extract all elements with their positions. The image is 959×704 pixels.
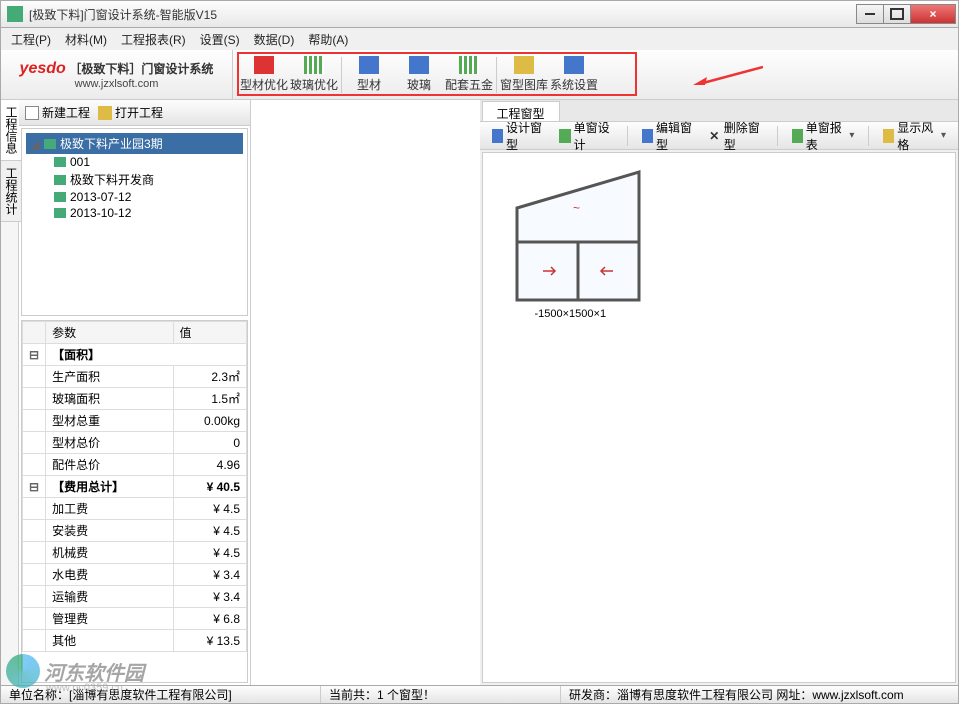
edit-window-button[interactable]: 编辑窗型	[638, 117, 700, 155]
right-actions: 设计窗型 单窗设计 编辑窗型 ✕删除窗型 单窗报表 显示风格	[480, 122, 959, 150]
logo: yesdo ［极致下料］门窗设计系统 www.jzxlsoft.com	[1, 50, 233, 99]
design-canvas[interactable]: ~ -1500×1500×1	[482, 152, 957, 683]
maximize-button[interactable]	[883, 4, 911, 24]
logo-brand-prefix: yesdo	[20, 60, 66, 77]
action-sep	[777, 126, 778, 146]
window-shape[interactable]: ~	[513, 168, 643, 308]
close-button[interactable]: ×	[910, 4, 956, 24]
profile-button[interactable]: 型材	[344, 52, 394, 98]
single-window-button[interactable]: 单窗设计	[555, 117, 617, 155]
window-library-icon	[514, 56, 534, 74]
design-window-button[interactable]: 设计窗型	[488, 117, 550, 155]
design-icon	[492, 129, 503, 143]
tilde-mark: ~	[573, 201, 580, 215]
tree-root[interactable]: ◢极致下料产业园3期	[26, 133, 243, 154]
folder-icon	[98, 106, 112, 120]
toolbar-sep	[496, 57, 497, 93]
params-header-value: 值	[173, 322, 247, 344]
tree-item[interactable]: 2013-07-12	[26, 189, 243, 205]
logo-brand-text: ［极致下料］门窗设计系统	[69, 62, 213, 76]
delete-icon: ✕	[709, 129, 720, 143]
tree-item[interactable]: 2013-10-12	[26, 205, 243, 221]
profile-optimize-button[interactable]: 型材优化	[239, 52, 289, 98]
settings-icon	[564, 56, 584, 74]
collapse-icon[interactable]: ⊟	[23, 344, 46, 366]
new-project-button[interactable]: 新建工程	[25, 104, 90, 121]
item-icon	[54, 157, 66, 167]
delete-window-button[interactable]: ✕删除窗型	[705, 117, 767, 155]
toolbar-sep	[341, 57, 342, 93]
menu-report[interactable]: 工程报表(R)	[121, 31, 186, 48]
system-settings-button[interactable]: 系统设置	[549, 52, 599, 98]
single-report-button[interactable]: 单窗报表	[788, 117, 859, 155]
single-icon	[559, 129, 570, 143]
report-icon	[792, 129, 803, 143]
menubar: 工程(P) 材料(M) 工程报表(R) 设置(S) 数据(D) 帮助(A)	[0, 28, 959, 50]
window-buttons: ×	[857, 4, 956, 24]
glass-optimize-button[interactable]: 玻璃优化	[289, 52, 339, 98]
menu-project[interactable]: 工程(P)	[11, 31, 51, 48]
collapse-icon[interactable]: ⊟	[23, 476, 46, 498]
style-icon	[883, 129, 894, 143]
menu-material[interactable]: 材料(M)	[65, 31, 107, 48]
hardware-icon	[459, 56, 479, 74]
status-bar: 单位名称：[淄博有思度软件工程有限公司] 当前共：1 个窗型！ 研发商：淄博有思…	[0, 686, 959, 704]
glass-optimize-icon	[304, 56, 324, 74]
params-table: 参数值 ⊟【面积】 生产面积2.3㎡ 玻璃面积1.5㎡ 型材总重0.00kg 型…	[21, 320, 248, 683]
profile-optimize-icon	[254, 56, 274, 74]
status-count: 当前共：1 个窗型！	[321, 686, 561, 703]
menu-help[interactable]: 帮助(A)	[308, 31, 348, 48]
project-tree[interactable]: ◢极致下料产业园3期 001 极致下料开发商 2013-07-12 2013-1…	[21, 128, 248, 316]
minimize-button[interactable]	[856, 4, 884, 24]
glass-button[interactable]: 玻璃	[394, 52, 444, 98]
status-developer: 研发商：淄博有思度软件工程有限公司 网址：www.jzxlsoft.com	[561, 686, 958, 703]
app-icon	[7, 6, 23, 22]
menu-data[interactable]: 数据(D)	[254, 31, 295, 48]
titlebar: [极致下料]门窗设计系统-智能版V15 ×	[0, 0, 959, 28]
item-icon	[54, 175, 66, 185]
project-toolbar: 新建工程 打开工程	[19, 100, 250, 126]
new-icon	[25, 106, 39, 120]
tree-item[interactable]: 极致下料开发商	[26, 170, 243, 189]
open-project-button[interactable]: 打开工程	[98, 104, 163, 121]
hardware-button[interactable]: 配套五金	[444, 52, 494, 98]
item-icon	[54, 208, 66, 218]
watermark-url: www.pc0359.cn	[46, 682, 123, 694]
edit-icon	[642, 129, 653, 143]
display-style-button[interactable]: 显示风格	[879, 117, 950, 155]
logo-url: www.jzxlsoft.com	[75, 78, 159, 90]
action-sep	[627, 126, 628, 146]
window-library-button[interactable]: 窗型图库	[499, 52, 549, 98]
header-row: yesdo ［极致下料］门窗设计系统 www.jzxlsoft.com 型材优化…	[1, 50, 958, 100]
annotation-arrow	[693, 65, 763, 85]
profile-icon	[359, 56, 379, 74]
left-vertical-tabs: 工程信息 工程统计	[1, 100, 19, 685]
window-dimensions-label: -1500×1500×1	[535, 308, 607, 320]
window-title: [极致下料]门窗设计系统-智能版V15	[29, 6, 857, 23]
watermark: 河东软件园 www.pc0359.cn	[6, 654, 144, 688]
watermark-icon	[6, 654, 40, 688]
action-sep	[868, 126, 869, 146]
collapse-icon[interactable]: ◢	[30, 137, 40, 151]
main-toolbar: 型材优化 玻璃优化 型材 玻璃 配套五金 窗型图库 系统设置	[233, 50, 958, 99]
menu-settings[interactable]: 设置(S)	[200, 31, 240, 48]
item-icon	[54, 192, 66, 202]
params-header-param: 参数	[46, 322, 173, 344]
tree-item[interactable]: 001	[26, 154, 243, 170]
project-icon	[44, 139, 56, 149]
glass-icon	[409, 56, 429, 74]
